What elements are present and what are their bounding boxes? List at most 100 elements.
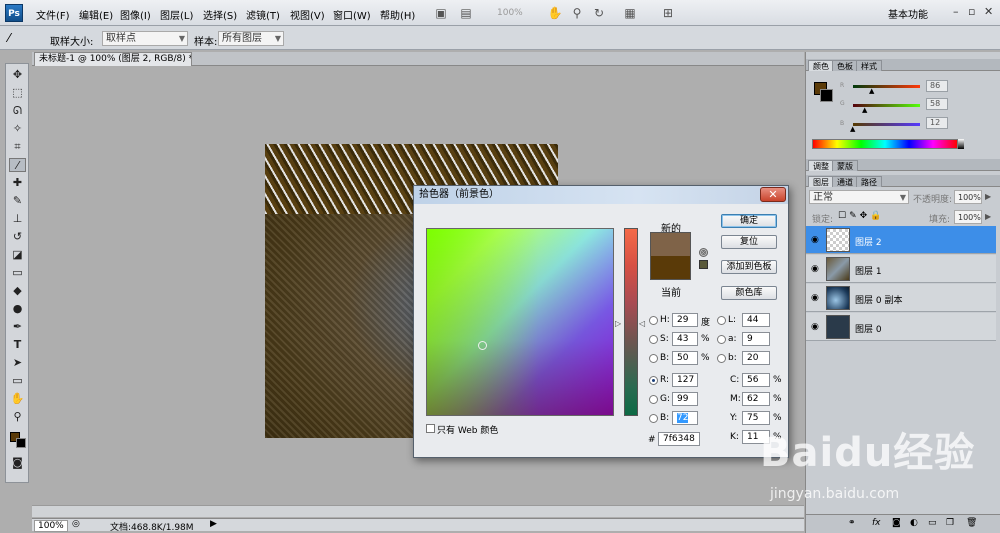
layer-row[interactable]: ◉ 图层 0 [806,313,996,341]
stamp-tool-icon[interactable]: ⊥ [9,212,26,226]
rotate-view-icon[interactable]: ↻ [591,5,607,21]
tab-layers[interactable]: 图层 [808,176,834,187]
blur-tool-icon[interactable]: ◆ [9,284,26,298]
c-input[interactable]: 56 [742,373,770,387]
menu-select[interactable]: 选择(S) [203,7,237,22]
tab-styles[interactable]: 样式 [856,60,882,71]
move-tool-icon[interactable]: ✥ [9,68,26,82]
quick-mask-icon[interactable]: ◙ [9,456,26,470]
tab-paths[interactable]: 路径 [856,176,882,187]
tab-swatches[interactable]: 色板 [832,60,858,71]
dodge-tool-icon[interactable]: ● [9,302,26,316]
b-slider[interactable] [853,123,920,126]
hex-input[interactable]: 7f6348 [658,432,700,446]
visibility-eye-icon[interactable]: ◉ [811,293,819,303]
s-input[interactable]: 43 [672,332,698,346]
ok-button[interactable]: 确定 [721,214,777,228]
blend-mode-select[interactable]: 正常 ▼ [809,190,909,204]
layer-name[interactable]: 图层 0 [855,322,882,335]
horizontal-scrollbar[interactable] [32,505,804,517]
radio-b[interactable] [649,354,658,363]
radio-lab-b[interactable] [717,354,726,363]
web-safe-warning-icon[interactable]: ◎ [699,248,708,257]
layer-row[interactable]: ◉ 图层 1 [806,255,996,283]
slider-arrow-left-icon[interactable]: ▷ [615,319,621,328]
restore-icon[interactable]: ▫ [968,5,975,18]
pen-tool-icon[interactable]: ✒ [9,320,26,334]
web-only-checkbox[interactable] [426,424,435,433]
lab-b-input[interactable]: 20 [742,351,770,365]
radio-a[interactable] [717,335,726,344]
menu-help[interactable]: 帮助(H) [380,7,415,22]
blue-input[interactable]: 72 [672,411,698,425]
g-input[interactable]: 99 [672,392,698,406]
menu-edit[interactable]: 编辑(E) [79,7,113,22]
color-field-picker-ring[interactable] [478,341,487,350]
minimize-icon[interactable]: – [953,5,959,18]
eyedropper-tool-icon[interactable]: ⁄ [8,31,10,45]
crop-tool-icon[interactable]: ⌗ [9,140,26,154]
tab-color[interactable]: 颜色 [808,60,834,71]
current-color-swatch[interactable] [650,256,691,280]
radio-l[interactable] [717,316,726,325]
shape-tool-icon[interactable]: ▭ [9,374,26,388]
path-select-tool-icon[interactable]: ➤ [9,356,26,370]
new-layer-icon[interactable]: ❐ [946,518,954,528]
zoom-icon[interactable]: ⚲ [569,5,585,21]
screen-mode-icon[interactable]: ▦ [622,5,638,21]
marquee-tool-icon[interactable]: ⬚ [9,86,26,100]
tab-channels[interactable]: 通道 [832,176,858,187]
slider-arrow-right-icon[interactable]: ◁ [639,319,645,328]
layer-name[interactable]: 图层 0 副本 [855,293,902,306]
adjustment-layer-icon[interactable]: ◐ [910,518,918,528]
sample-size-select[interactable]: 取样点 ▼ [102,31,188,46]
brush-tool-icon[interactable]: ✎ [9,194,26,208]
healing-tool-icon[interactable]: ✚ [9,176,26,190]
add-to-swatches-button[interactable]: 添加到色板 [721,260,777,274]
fill-input[interactable]: 100% [954,210,982,224]
radio-s[interactable] [649,335,658,344]
layer-name[interactable]: 图层 2 [855,235,882,248]
lasso-tool-icon[interactable]: ᘏ [9,104,26,118]
radio-g[interactable] [649,395,658,404]
hue-slider[interactable] [624,228,638,416]
document-tab[interactable]: 未标题-1 @ 100% (图层 2, RGB/8) * ✕ [34,52,192,66]
reset-button[interactable]: 复位 [721,235,777,249]
h-input[interactable]: 29 [672,313,698,327]
l-input[interactable]: 44 [742,313,770,327]
close-icon[interactable]: ✕ [984,5,993,18]
menu-window[interactable]: 窗口(W) [333,7,371,22]
status-zoom[interactable]: 100% [34,520,68,532]
opacity-input[interactable]: 100% [954,190,982,204]
menu-image[interactable]: 图像(I) [120,7,151,22]
opacity-arrow-icon[interactable]: ▶ [985,192,991,201]
g-value[interactable]: 58 [926,98,948,110]
sample-select[interactable]: 所有图层 ▼ [218,31,284,46]
menu-view[interactable]: 视图(V) [290,7,325,22]
layer-row[interactable]: ◉ 图层 0 副本 [806,284,996,312]
panel-background-swatch[interactable] [820,89,833,102]
menu-layer[interactable]: 图层(L) [160,7,193,22]
spectrum-bw-bar[interactable] [958,139,964,149]
layer-name[interactable]: 图层 1 [855,264,882,277]
dialog-close-button[interactable]: ✕ [760,187,786,202]
fill-arrow-icon[interactable]: ▶ [985,212,991,221]
visibility-eye-icon[interactable]: ◉ [811,264,819,274]
slider-thumb-icon[interactable]: ▲ [869,87,874,95]
color-field[interactable] [426,228,614,416]
r-slider[interactable] [853,85,920,88]
r-value[interactable]: 86 [926,80,948,92]
radio-h[interactable] [649,316,658,325]
visibility-eye-icon[interactable]: ◉ [811,235,819,245]
status-info-icon[interactable]: ◎ [72,519,80,529]
slider-thumb-icon[interactable]: ▲ [862,106,867,114]
menu-filter[interactable]: 滤镜(T) [246,7,280,22]
arrange-icon[interactable]: ▤ [458,5,474,21]
hand-tool-icon[interactable]: ✋ [9,392,26,406]
lock-icons[interactable]: ☐✎✥🔒 [838,211,884,221]
r-input[interactable]: 127 [672,373,698,387]
menu-file[interactable]: 文件(F) [36,7,70,22]
workspace-select[interactable]: 基本功能 [888,6,928,21]
radio-blue[interactable] [649,414,658,423]
delete-layer-icon[interactable]: 🗑 [966,518,977,528]
